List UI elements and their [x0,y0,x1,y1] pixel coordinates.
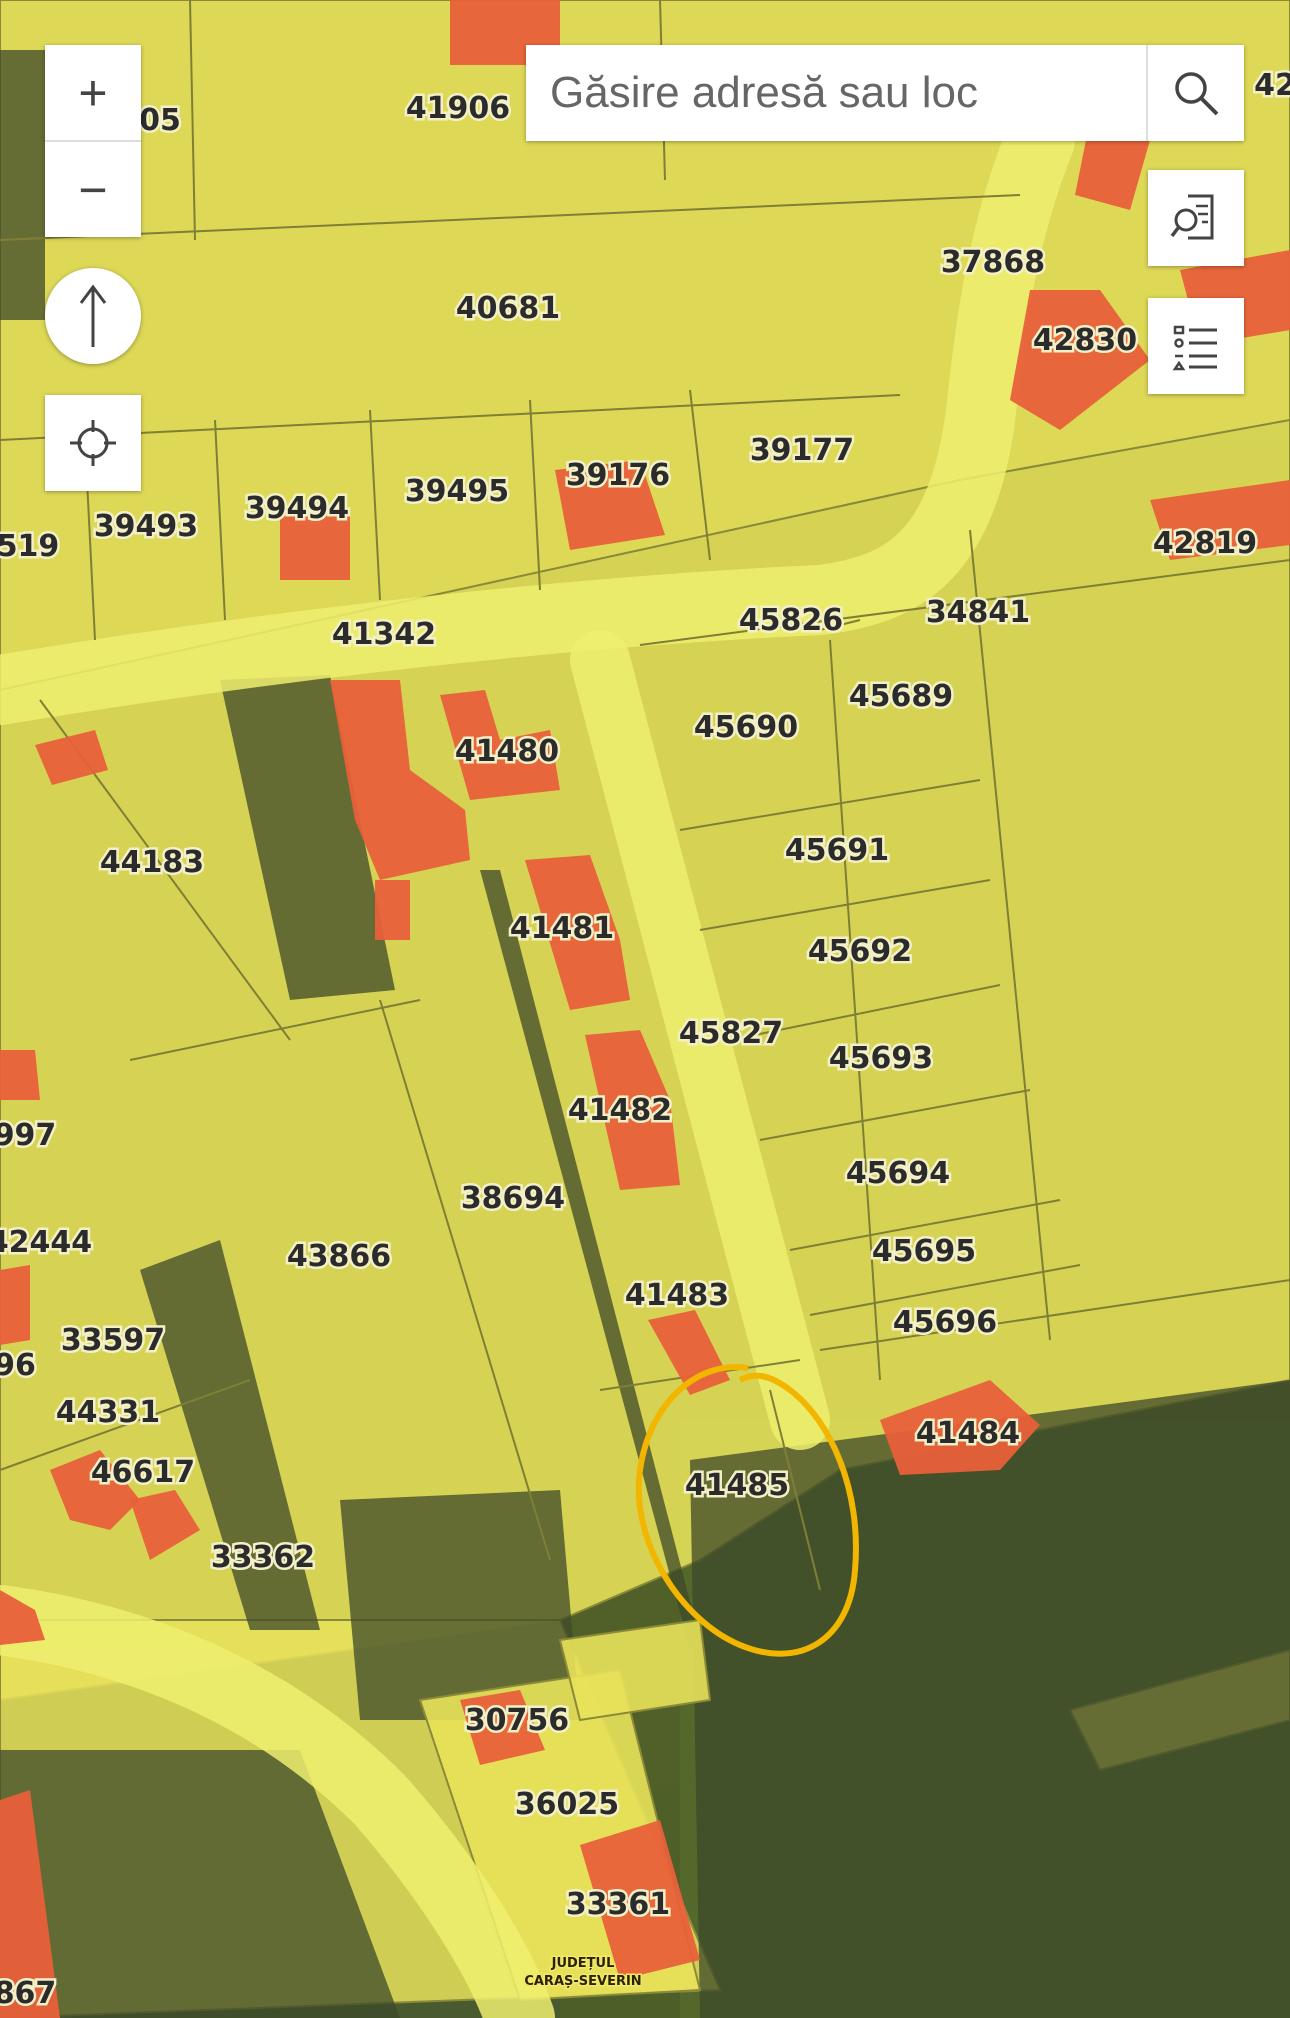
parcel-label: 45691 [785,833,889,868]
parcel-label: 41482 [568,1093,672,1128]
zoom-in-button[interactable]: + [45,45,141,140]
parcel-label: 45694 [846,1156,950,1191]
parcel-label: 997 [0,1118,56,1153]
parcel-label: 46617 [91,1455,195,1490]
legend-list-icon [1172,325,1217,371]
parcel-label: 45695 [872,1234,976,1269]
locate-button[interactable] [45,395,141,491]
parcel-label: 41342 [332,617,436,652]
parcel-label: 39493 [94,509,198,544]
parcel-label: 30756 [465,1703,569,1738]
parcel-label: 45689 [849,679,953,714]
parcel-label: 44183 [100,845,204,880]
crosshair-icon [70,420,116,466]
document-search-icon [1170,194,1214,240]
parcel-label: 41485 [685,1468,789,1503]
search-input[interactable] [526,45,1148,141]
compass-button[interactable] [45,268,141,364]
parcel-label: 41483 [625,1278,729,1313]
cadastral-map[interactable]: 41906 05 42 37868 42830 40681 39177 3917… [0,0,1290,2018]
parcel-label: 45827 [679,1016,783,1051]
parcel-label: 42444 [0,1225,92,1260]
parcel-label: 05 [139,103,181,138]
parcel-label: 45692 [808,934,912,969]
search-button[interactable] [1146,45,1244,141]
parcel-label: 39177 [750,433,854,468]
parcel-label: 43866 [287,1239,391,1274]
svg-text:JUDEȚUL: JUDEȚUL [551,1956,615,1971]
zoom-control: + − [45,45,141,237]
search-icon [1175,72,1219,116]
parcel-label: 42 [1254,68,1290,103]
parcel-label: 96 [0,1348,36,1383]
parcel-label: 42830 [1033,323,1137,358]
parcel-label: 36025 [515,1787,619,1822]
parcel-label: 41481 [510,911,614,946]
parcel-label: 41484 [916,1416,1020,1451]
parcel-label: 34841 [926,595,1030,630]
parcel-label: 45696 [893,1305,997,1340]
parcel-label: 38694 [461,1181,565,1216]
parcel-label: 33361 [566,1887,670,1922]
parcel-label: 39176 [566,458,670,493]
identify-button[interactable] [1148,170,1244,266]
parcel-label: 45690 [694,710,798,745]
parcel-label: 45826 [739,603,843,638]
search-bar [526,45,1244,141]
parcel-label: 44331 [56,1395,160,1430]
parcel-label: 40681 [456,291,560,326]
parcel-label: 42819 [1153,526,1257,561]
parcel-label: 39494 [245,491,349,526]
parcel-label: 519 [0,529,59,564]
parcel-label: 41906 [406,91,510,126]
parcel-label: 33597 [61,1323,165,1358]
parcel-label: 867 [0,1976,56,2011]
north-arrow-icon [79,284,107,347]
parcel-label: 41480 [455,734,559,769]
svg-text:CARAȘ-SEVERIN: CARAȘ-SEVERIN [524,1974,641,1989]
parcel-label: 33362 [211,1540,315,1575]
legend-button[interactable] [1148,298,1244,394]
parcel-label: 37868 [941,245,1045,280]
parcel-label: 39495 [405,474,509,509]
zoom-out-button[interactable]: − [45,142,141,237]
parcel-label: 45693 [829,1041,933,1076]
